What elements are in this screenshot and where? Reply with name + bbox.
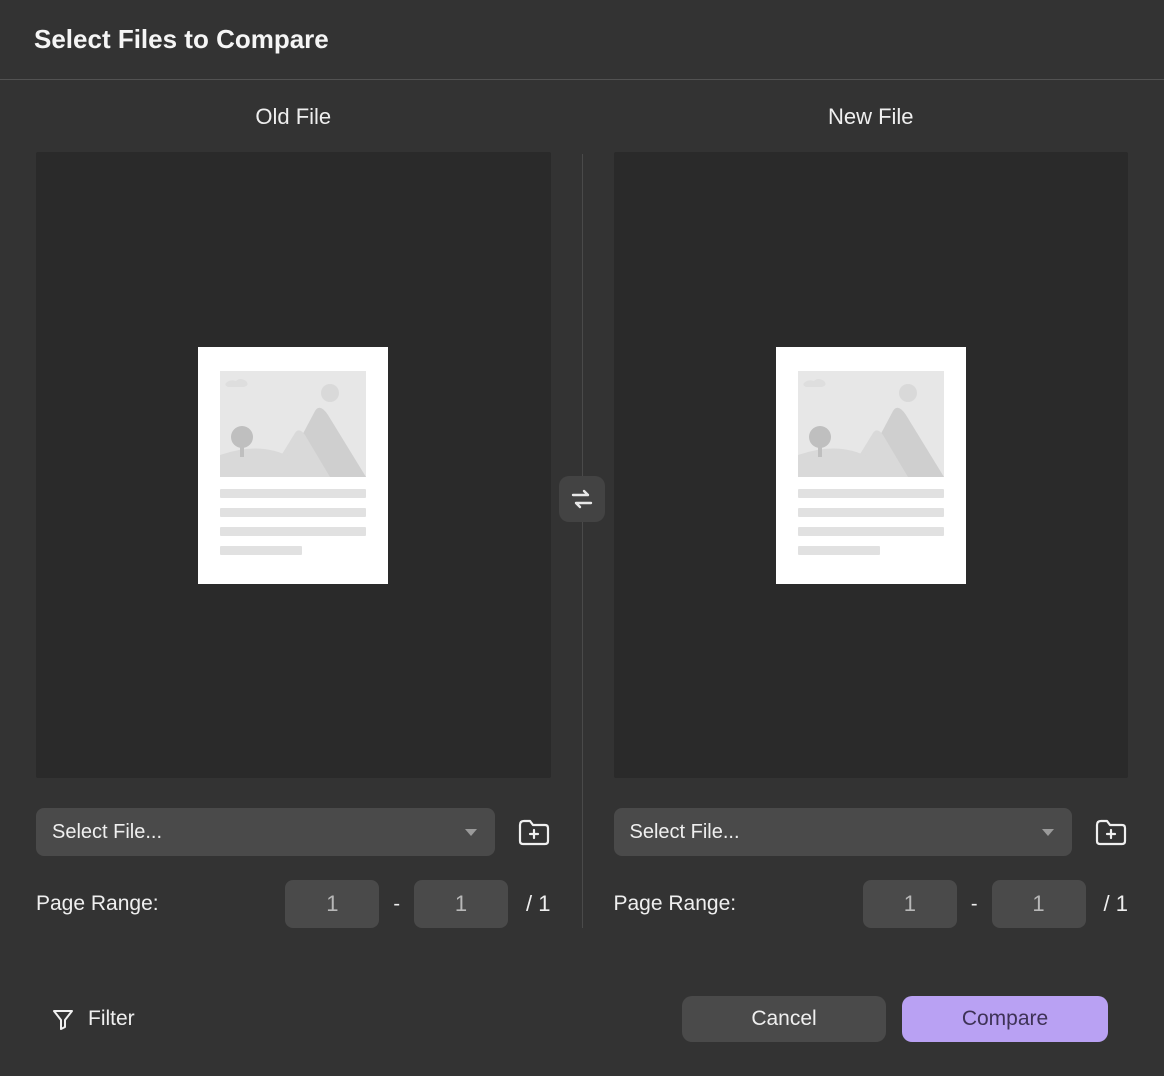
new-file-panel: New File — [614, 104, 1129, 928]
range-dash: - — [393, 893, 400, 916]
old-page-to-input[interactable] — [414, 880, 508, 928]
dialog-title: Select Files to Compare — [34, 24, 1164, 55]
dialog-footer: Filter Cancel Compare — [0, 996, 1164, 1042]
filter-icon — [52, 1008, 74, 1030]
folder-open-icon — [517, 817, 551, 847]
new-page-range-label: Page Range: — [614, 892, 851, 916]
new-page-range-row: Page Range: - / 1 — [614, 880, 1129, 928]
new-file-preview[interactable] — [614, 152, 1129, 778]
old-page-range-row: Page Range: - / 1 — [36, 880, 551, 928]
old-file-browse-button[interactable] — [517, 817, 551, 847]
document-thumbnail-icon — [776, 347, 966, 584]
new-file-select-label: Select File... — [630, 821, 740, 844]
panels-container: Old File — [0, 80, 1164, 928]
old-file-panel: Old File — [36, 104, 551, 928]
new-file-select-dropdown[interactable]: Select File... — [614, 808, 1073, 856]
old-file-preview[interactable] — [36, 152, 551, 778]
new-file-title: New File — [614, 104, 1129, 130]
old-page-from-input[interactable] — [285, 880, 379, 928]
chevron-down-icon — [1042, 829, 1054, 836]
new-page-total: / 1 — [1104, 891, 1128, 917]
new-file-select-row: Select File... — [614, 808, 1129, 856]
swap-horizontal-icon — [568, 487, 596, 511]
old-file-select-dropdown[interactable]: Select File... — [36, 808, 495, 856]
old-page-range-label: Page Range: — [36, 892, 273, 916]
document-thumbnail-icon — [198, 347, 388, 584]
chevron-down-icon — [465, 829, 477, 836]
dialog-header: Select Files to Compare — [0, 0, 1164, 80]
filter-button[interactable]: Filter — [52, 1007, 135, 1031]
panel-divider — [582, 154, 583, 928]
old-file-select-label: Select File... — [52, 821, 162, 844]
filter-label: Filter — [88, 1007, 135, 1031]
old-file-select-row: Select File... — [36, 808, 551, 856]
old-file-title: Old File — [36, 104, 551, 130]
old-page-total: / 1 — [526, 891, 550, 917]
range-dash: - — [971, 893, 978, 916]
compare-button[interactable]: Compare — [902, 996, 1108, 1042]
cancel-button[interactable]: Cancel — [682, 996, 886, 1042]
new-file-browse-button[interactable] — [1094, 817, 1128, 847]
swap-files-button[interactable] — [559, 476, 605, 522]
action-buttons: Cancel Compare — [682, 996, 1108, 1042]
folder-open-icon — [1094, 817, 1128, 847]
new-page-to-input[interactable] — [992, 880, 1086, 928]
new-page-from-input[interactable] — [863, 880, 957, 928]
